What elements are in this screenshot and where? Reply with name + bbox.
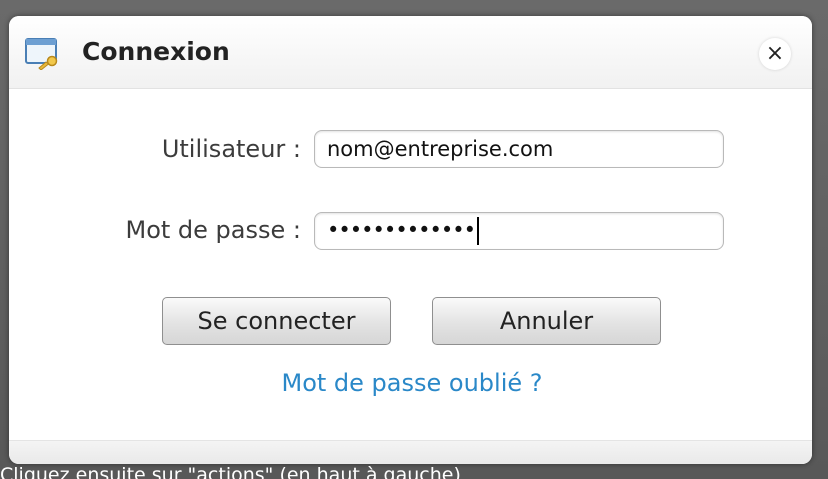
password-label: Mot de passe : bbox=[125, 216, 302, 244]
dialog-title: Connexion bbox=[82, 37, 230, 66]
text-caret bbox=[477, 217, 480, 245]
screen-background: Connexion × Utilisateur : Mot de passe :… bbox=[0, 0, 828, 479]
password-input[interactable]: ••••••••••••• bbox=[314, 212, 724, 250]
password-mask: ••••••••••••• bbox=[327, 218, 476, 242]
login-dialog: Connexion × Utilisateur : Mot de passe :… bbox=[9, 16, 812, 464]
username-label: Utilisateur : bbox=[161, 135, 301, 163]
forgot-password-link[interactable]: Mot de passe oublié ? bbox=[9, 368, 812, 398]
window-key-icon bbox=[25, 36, 63, 71]
connect-button[interactable]: Se connecter bbox=[162, 297, 391, 345]
instruction-caption: Cliquez ensuite sur "actions" (en haut à… bbox=[0, 464, 461, 479]
dialog-footer bbox=[9, 440, 812, 464]
cancel-button[interactable]: Annuler bbox=[432, 297, 661, 345]
close-button[interactable]: × bbox=[759, 38, 791, 70]
username-input[interactable] bbox=[314, 130, 724, 168]
dialog-titlebar: Connexion × bbox=[9, 16, 812, 89]
close-icon: × bbox=[765, 41, 785, 66]
